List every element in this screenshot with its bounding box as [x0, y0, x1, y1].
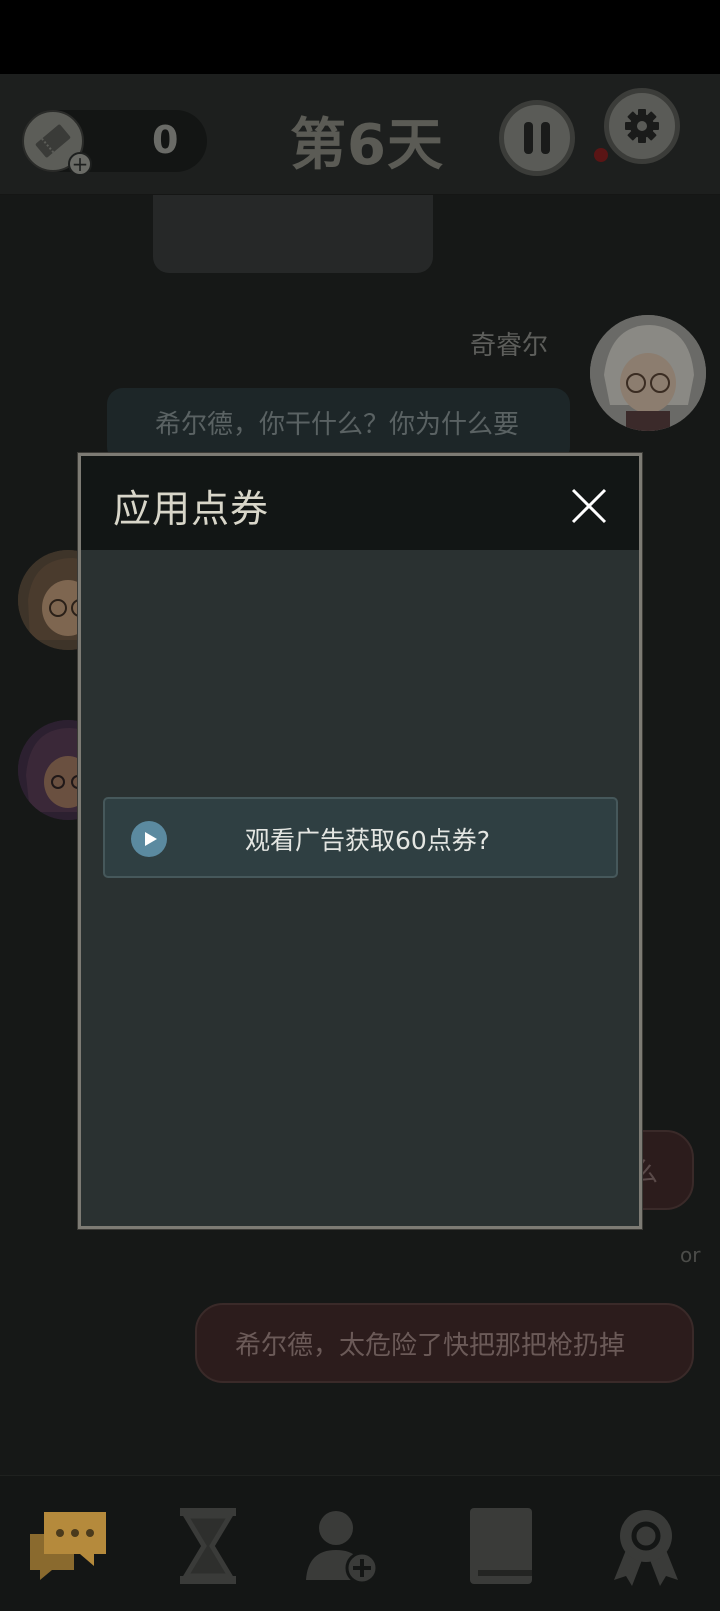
message-bubble: 希尔德，你干什么？你为什么要 — [107, 388, 570, 463]
pause-icon — [524, 122, 550, 154]
avatar — [590, 315, 706, 431]
settings-button[interactable] — [604, 88, 680, 164]
reply-choice-text: 希尔德，太危险了快把那把枪扔掉 — [235, 1331, 626, 1361]
nav-add-friend[interactable] — [300, 1504, 384, 1588]
message-bubble — [153, 195, 433, 273]
nav-achievements[interactable] — [604, 1504, 688, 1588]
medal-icon — [614, 1510, 678, 1586]
ticket-count: 0 — [152, 118, 179, 162]
watch-ad-button[interactable]: 观看广告获取60点券? — [103, 797, 618, 878]
hourglass-icon — [180, 1508, 236, 1584]
nav-journal[interactable] — [458, 1504, 542, 1588]
pause-button[interactable] — [499, 100, 575, 176]
reply-choice[interactable]: 希尔德，太危险了快把那把枪扔掉 — [195, 1303, 694, 1383]
dialog-title: 应用点券 — [113, 487, 270, 531]
notification-dot — [594, 148, 608, 162]
gear-icon — [625, 109, 659, 143]
add-ticket-icon[interactable]: + — [68, 152, 92, 176]
sender-name: 奇睿尔 — [470, 331, 549, 361]
watch-ad-label: 观看广告获取60点券? — [244, 826, 491, 855]
top-bar: + 0 第6天 — [0, 74, 720, 195]
status-bar — [0, 0, 720, 74]
add-user-icon — [306, 1511, 379, 1585]
close-icon — [571, 488, 607, 524]
or-separator: or — [680, 1243, 701, 1267]
ticket-counter[interactable]: + 0 — [22, 110, 207, 176]
message-text: 希尔德，你干什么？你为什么要 — [155, 410, 520, 440]
book-icon — [470, 1508, 532, 1584]
apply-coupon-dialog: 应用点券 观看广告获取60点券? — [78, 453, 642, 1229]
day-title: 第6天 — [290, 113, 444, 178]
bottom-nav — [0, 1475, 720, 1611]
chat-icon — [30, 1512, 106, 1580]
nav-timeline[interactable] — [166, 1504, 250, 1588]
nav-chat[interactable] — [26, 1504, 110, 1588]
close-button[interactable] — [567, 484, 611, 528]
dialog-header: 应用点券 — [81, 456, 639, 550]
